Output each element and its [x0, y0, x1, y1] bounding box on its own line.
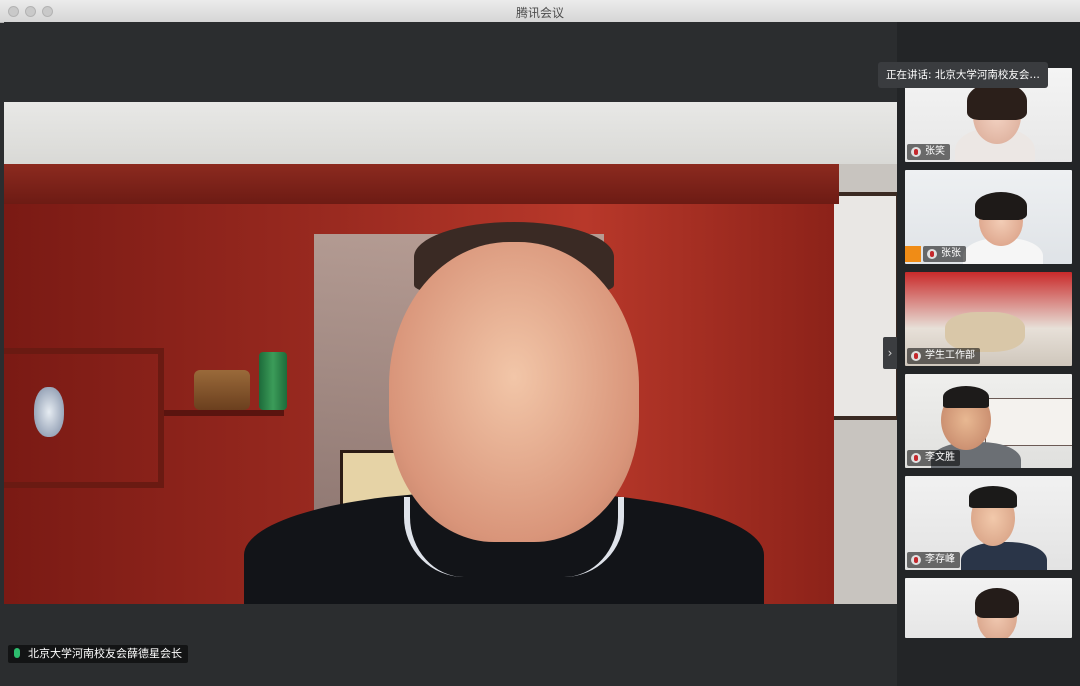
main-participant-name: 北京大学河南校友会薛德星会长	[28, 647, 182, 660]
mic-muted-icon	[911, 351, 921, 361]
main-video-area	[4, 22, 897, 686]
mic-muted-icon	[927, 249, 937, 259]
speaking-indicator: 正在讲话: 北京大学河南校友会薛...	[878, 62, 1048, 88]
participant-name: 李存峰	[925, 554, 955, 565]
participant-tile[interactable]: 李文胜	[905, 374, 1072, 468]
participant-tile[interactable]: 学生工作部	[905, 272, 1072, 366]
meeting-window: 腾讯会议 北京大学河南校友会薛德星会长 正在讲话: 北京大学河南校友会薛...	[0, 0, 1080, 686]
participant-name-tag: 张笑	[907, 144, 950, 160]
participant-tile[interactable]	[905, 578, 1072, 638]
participant-name-tag: 李存峰	[907, 552, 960, 568]
video-ceiling	[4, 102, 897, 164]
participant-name-tag: 李文胜	[907, 450, 960, 466]
main-participant-name-tag: 北京大学河南校友会薛德星会长	[8, 645, 188, 663]
tea-tin-image	[194, 370, 250, 410]
mic-muted-icon	[911, 453, 921, 463]
participant-tile[interactable]: 张张	[905, 170, 1072, 264]
participant-name: 李文胜	[925, 452, 955, 463]
participant-name-tag: 学生工作部	[907, 348, 980, 364]
window-title: 腾讯会议	[515, 6, 564, 20]
participant-name: 张笑	[925, 146, 945, 157]
chevron-right-icon: ›	[887, 346, 893, 360]
collapse-sidebar-button[interactable]: ›	[883, 337, 897, 369]
mic-muted-icon	[911, 147, 921, 157]
participant-name-tag: 张张	[923, 246, 966, 262]
vase-image	[34, 387, 64, 437]
participant-name: 张张	[941, 248, 961, 259]
participant-tile[interactable]: 李存峰	[905, 476, 1072, 570]
mic-muted-icon	[911, 555, 921, 565]
host-icon	[905, 246, 921, 262]
can-image	[259, 352, 287, 410]
mic-on-icon	[14, 648, 20, 658]
title-bar: 腾讯会议	[0, 0, 1080, 23]
participant-name: 学生工作部	[925, 350, 975, 361]
speaker-face	[389, 242, 639, 542]
main-video-feed[interactable]	[4, 102, 897, 604]
